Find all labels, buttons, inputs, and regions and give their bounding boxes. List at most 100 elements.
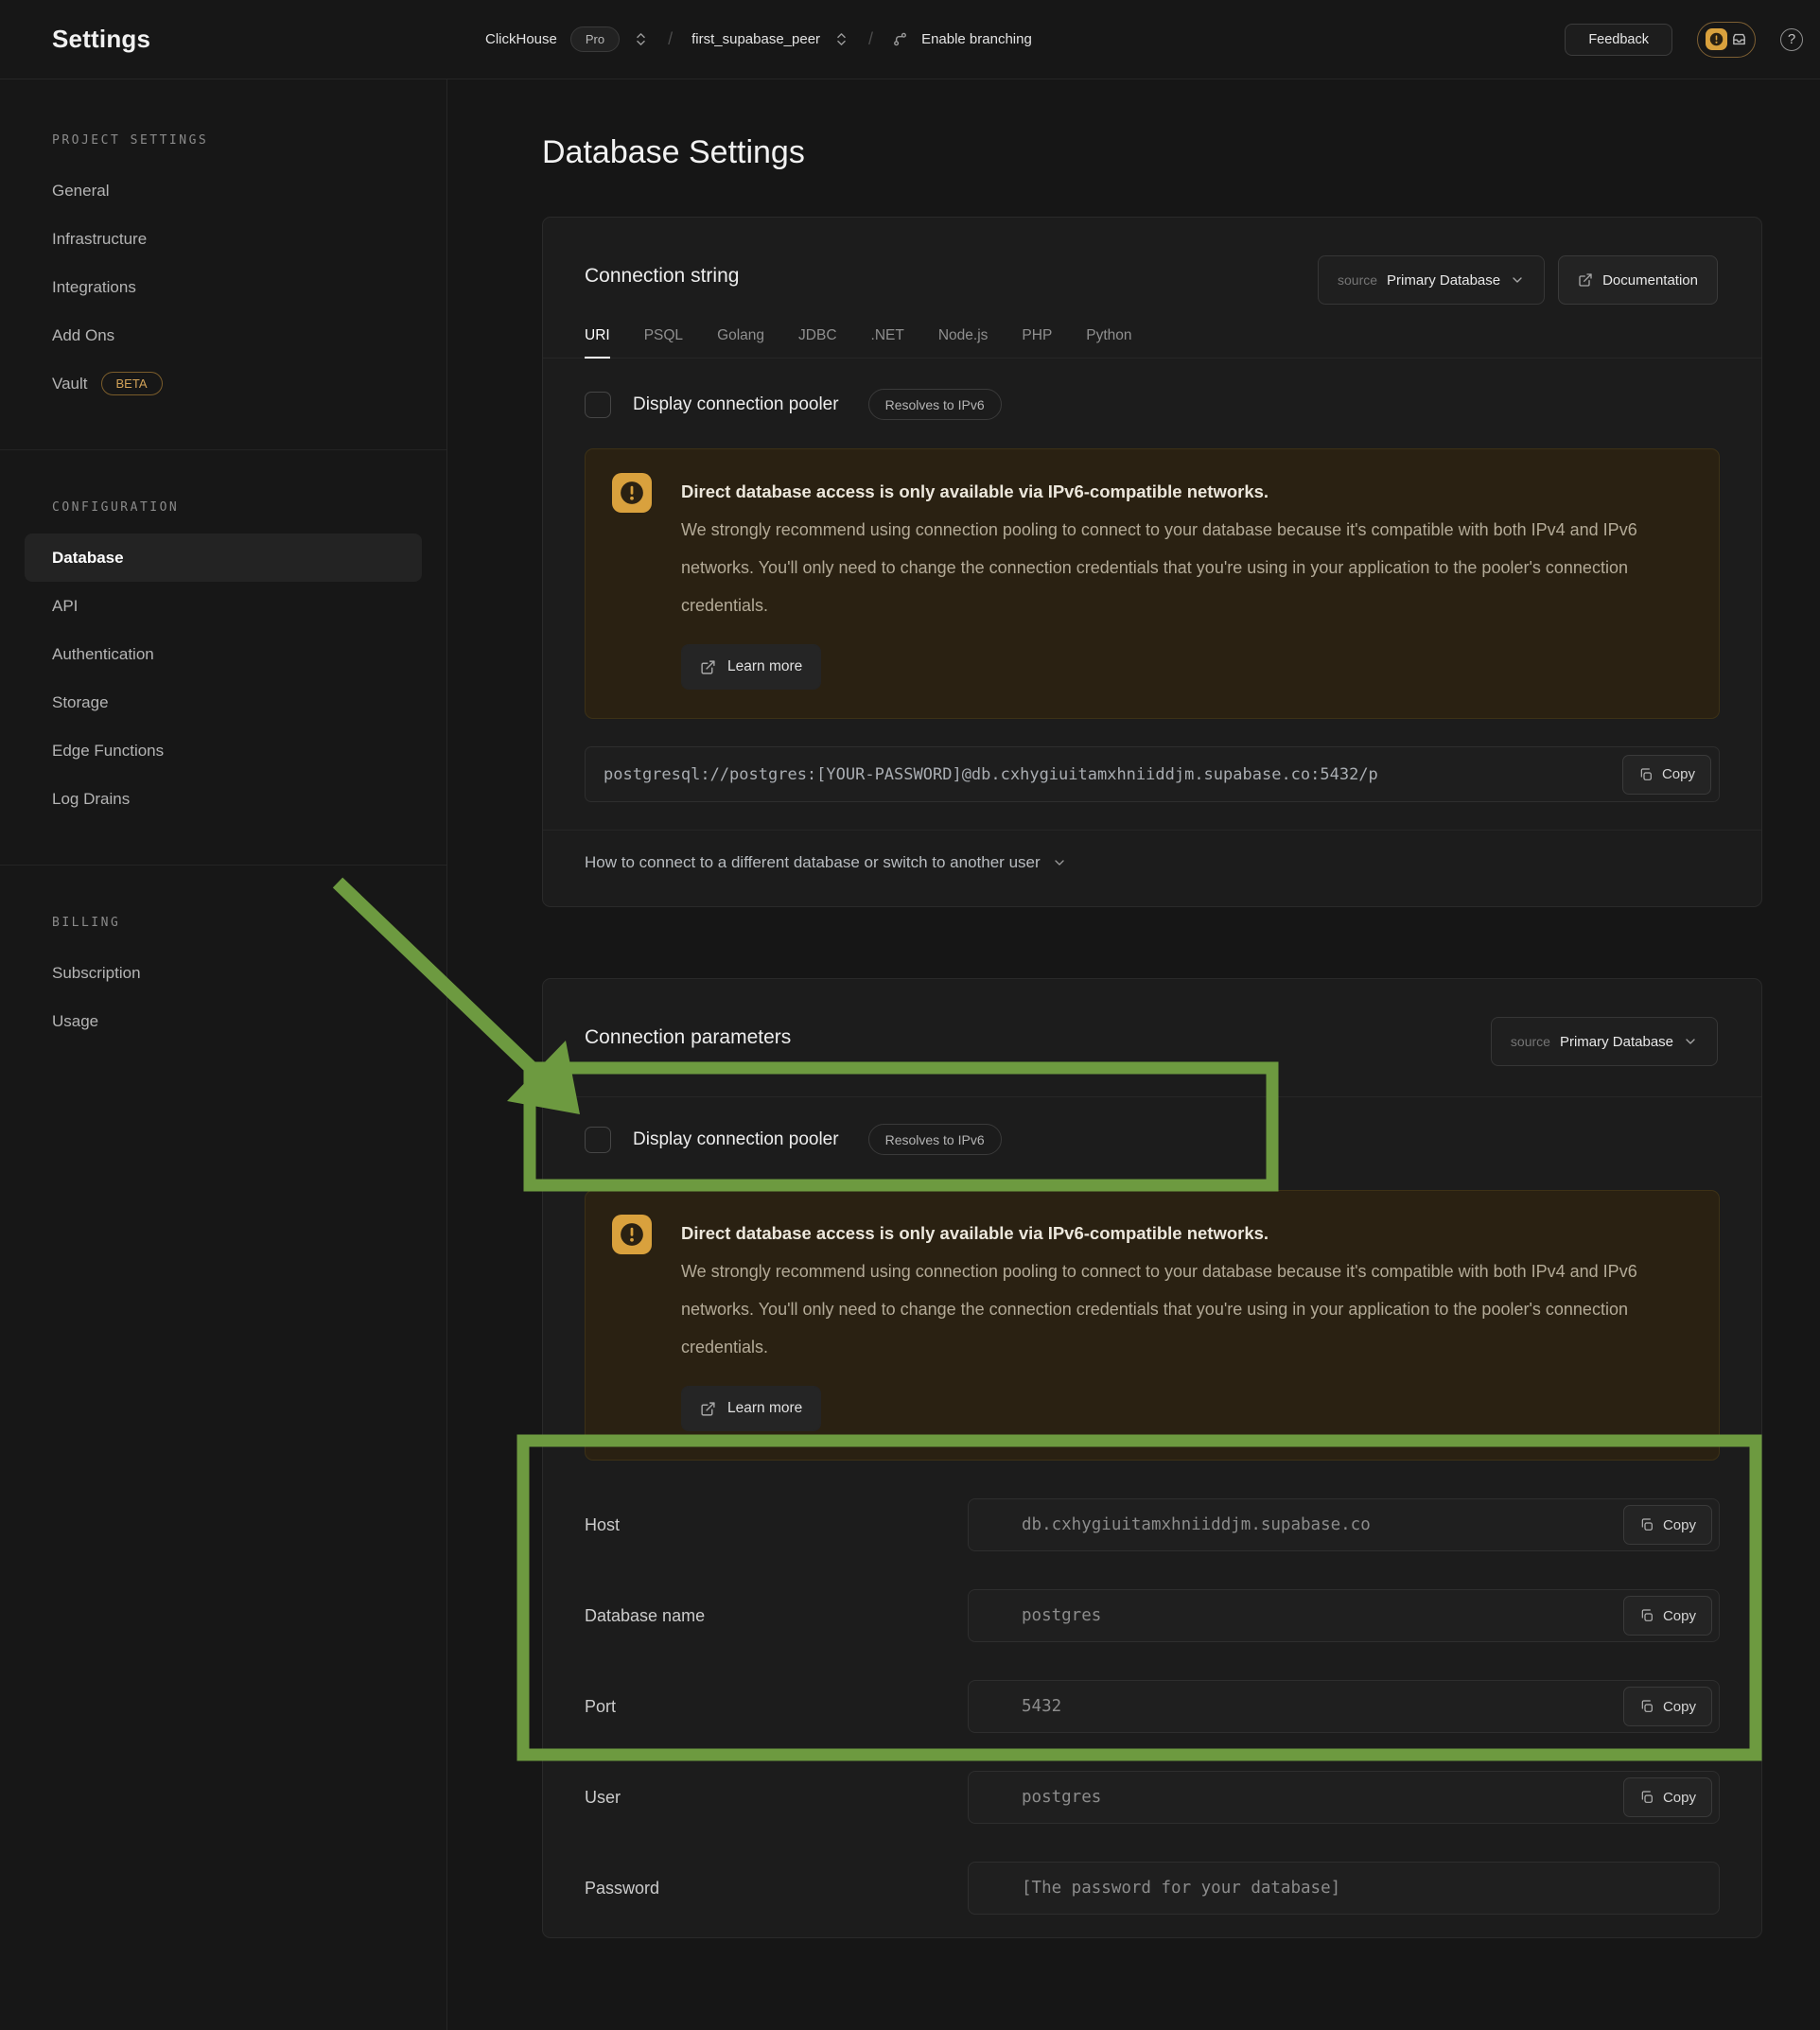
tab-psql[interactable]: PSQL	[644, 327, 683, 358]
tab-nodejs[interactable]: Node.js	[938, 327, 989, 358]
sidebar-item-api[interactable]: API	[25, 582, 422, 630]
card-divider	[543, 1096, 1761, 1097]
resolves-to-ipv6-badge: Resolves to IPv6	[868, 389, 1002, 420]
sidebar-item-vault[interactable]: Vault BETA	[25, 359, 422, 408]
password-field[interactable]: [The password for your database]	[968, 1862, 1720, 1915]
warning-alert-icon	[612, 473, 652, 513]
field-label: Port	[585, 1697, 968, 1717]
documentation-button[interactable]: Documentation	[1558, 255, 1718, 305]
sidebar-divider	[0, 865, 446, 866]
tab-golang[interactable]: Golang	[717, 327, 764, 358]
connection-string-card: Connection string source Primary Databas…	[542, 217, 1762, 907]
pooler-label: Display connection pooler	[633, 394, 839, 415]
copy-user-button[interactable]: Copy	[1623, 1777, 1712, 1817]
user-field[interactable]: postgres Copy	[968, 1771, 1720, 1824]
breadcrumb-project[interactable]: first_supabase_peer	[691, 31, 820, 47]
source-select[interactable]: source Primary Database	[1491, 1017, 1718, 1066]
copy-host-button[interactable]: Copy	[1623, 1505, 1712, 1545]
warning-title: Direct database access is only available…	[681, 473, 1692, 511]
sidebar-item-edge-functions[interactable]: Edge Functions	[25, 726, 422, 775]
sidebar-section-configuration: CONFIGURATION	[52, 500, 421, 515]
copy-database-name-button[interactable]: Copy	[1623, 1596, 1712, 1636]
chevrons-up-down-icon[interactable]	[833, 31, 849, 47]
database-name-field-row: Database name postgres Copy	[585, 1589, 1720, 1642]
chevrons-up-down-icon[interactable]	[633, 31, 649, 47]
tab-python[interactable]: Python	[1086, 327, 1131, 358]
chevron-down-icon	[1510, 272, 1525, 288]
display-connection-pooler-checkbox[interactable]	[585, 1127, 611, 1153]
field-label: Password	[585, 1879, 968, 1899]
feedback-button[interactable]: Feedback	[1565, 24, 1672, 56]
ipv6-warning-banner: Direct database access is only available…	[585, 1190, 1720, 1461]
learn-more-button[interactable]: Learn more	[681, 644, 821, 690]
enable-branching-button[interactable]: Enable branching	[921, 31, 1032, 47]
sidebar-item-authentication[interactable]: Authentication	[25, 630, 422, 678]
page-title: Settings	[52, 25, 150, 54]
field-label: User	[585, 1788, 968, 1808]
field-label: Host	[585, 1515, 968, 1535]
ipv6-warning-banner: Direct database access is only available…	[585, 448, 1720, 719]
help-button[interactable]: ?	[1780, 28, 1803, 51]
warning-body: We strongly recommend using connection p…	[681, 1252, 1692, 1366]
breadcrumb-separator: /	[868, 29, 873, 49]
copy-icon	[1638, 767, 1654, 782]
password-field-row: Password [The password for your database…	[585, 1862, 1720, 1915]
sidebar-item-infrastructure[interactable]: Infrastructure	[25, 215, 422, 263]
plan-badge: Pro	[570, 26, 620, 52]
tab-jdbc[interactable]: JDBC	[798, 327, 836, 358]
connection-uri-value: postgresql://postgres:[YOUR-PASSWORD]@db…	[604, 765, 1622, 784]
display-connection-pooler-checkbox[interactable]	[585, 392, 611, 418]
sidebar-item-database[interactable]: Database	[25, 534, 422, 582]
settings-sidebar: PROJECT SETTINGS General Infrastructure …	[0, 79, 447, 2030]
copy-port-button[interactable]: Copy	[1623, 1687, 1712, 1726]
sidebar-section-billing: BILLING	[52, 916, 421, 930]
sidebar-item-usage[interactable]: Usage	[25, 997, 422, 1045]
chevron-down-icon	[1683, 1034, 1698, 1049]
pooler-label: Display connection pooler	[633, 1129, 839, 1150]
source-select[interactable]: source Primary Database	[1318, 255, 1545, 305]
tab-php[interactable]: PHP	[1022, 327, 1052, 358]
breadcrumb-org[interactable]: ClickHouse	[485, 31, 557, 47]
sidebar-item-subscription[interactable]: Subscription	[25, 949, 422, 997]
tab-uri[interactable]: URI	[585, 327, 610, 358]
breadcrumb-separator: /	[668, 29, 673, 49]
sidebar-item-integrations[interactable]: Integrations	[25, 263, 422, 311]
learn-more-button[interactable]: Learn more	[681, 1386, 821, 1431]
alert-badge-icon	[1706, 28, 1727, 50]
host-field-row: Host db.cxhygiuitamxhniiddjm.supabase.co…	[585, 1498, 1720, 1551]
sidebar-item-log-drains[interactable]: Log Drains	[25, 775, 422, 823]
user-field-row: User postgres Copy	[585, 1771, 1720, 1824]
warning-title: Direct database access is only available…	[681, 1215, 1692, 1252]
inbox-icon	[1731, 31, 1747, 47]
host-field[interactable]: db.cxhygiuitamxhniiddjm.supabase.co Copy	[968, 1498, 1720, 1551]
notifications-button[interactable]	[1697, 22, 1756, 58]
database-settings-title: Database Settings	[542, 133, 1765, 171]
sidebar-divider	[0, 449, 446, 450]
copy-icon	[1639, 1699, 1654, 1714]
field-label: Database name	[585, 1606, 968, 1626]
external-link-icon	[1578, 272, 1593, 288]
sidebar-item-add-ons[interactable]: Add Ons	[25, 311, 422, 359]
copy-icon	[1639, 1790, 1654, 1805]
port-field[interactable]: 5432 Copy	[968, 1680, 1720, 1733]
warning-body: We strongly recommend using connection p…	[681, 511, 1692, 624]
how-to-connect-disclosure[interactable]: How to connect to a different database o…	[585, 853, 1720, 872]
connection-parameters-title: Connection parameters	[585, 1017, 791, 1049]
database-name-field[interactable]: postgres Copy	[968, 1589, 1720, 1642]
connection-string-tabs: URI PSQL Golang JDBC .NET Node.js PHP Py…	[543, 327, 1761, 359]
header-actions: Feedback ?	[1565, 22, 1803, 58]
resolves-to-ipv6-badge: Resolves to IPv6	[868, 1124, 1002, 1155]
sidebar-item-storage[interactable]: Storage	[25, 678, 422, 726]
chevron-down-icon	[1052, 855, 1067, 870]
warning-alert-icon	[612, 1215, 652, 1254]
connection-uri-field[interactable]: postgresql://postgres:[YOUR-PASSWORD]@db…	[585, 746, 1720, 802]
copy-icon	[1639, 1517, 1654, 1532]
sidebar-section-project-settings: PROJECT SETTINGS	[52, 133, 421, 148]
sidebar-item-general[interactable]: General	[25, 166, 422, 215]
connection-string-title: Connection string	[585, 255, 739, 288]
connection-parameters-card: Connection parameters source Primary Dat…	[542, 978, 1762, 1938]
main-content: Database Settings Connection string sour…	[447, 79, 1820, 2030]
tab-dotnet[interactable]: .NET	[871, 327, 904, 358]
copy-uri-button[interactable]: Copy	[1622, 755, 1711, 795]
copy-icon	[1639, 1608, 1654, 1623]
